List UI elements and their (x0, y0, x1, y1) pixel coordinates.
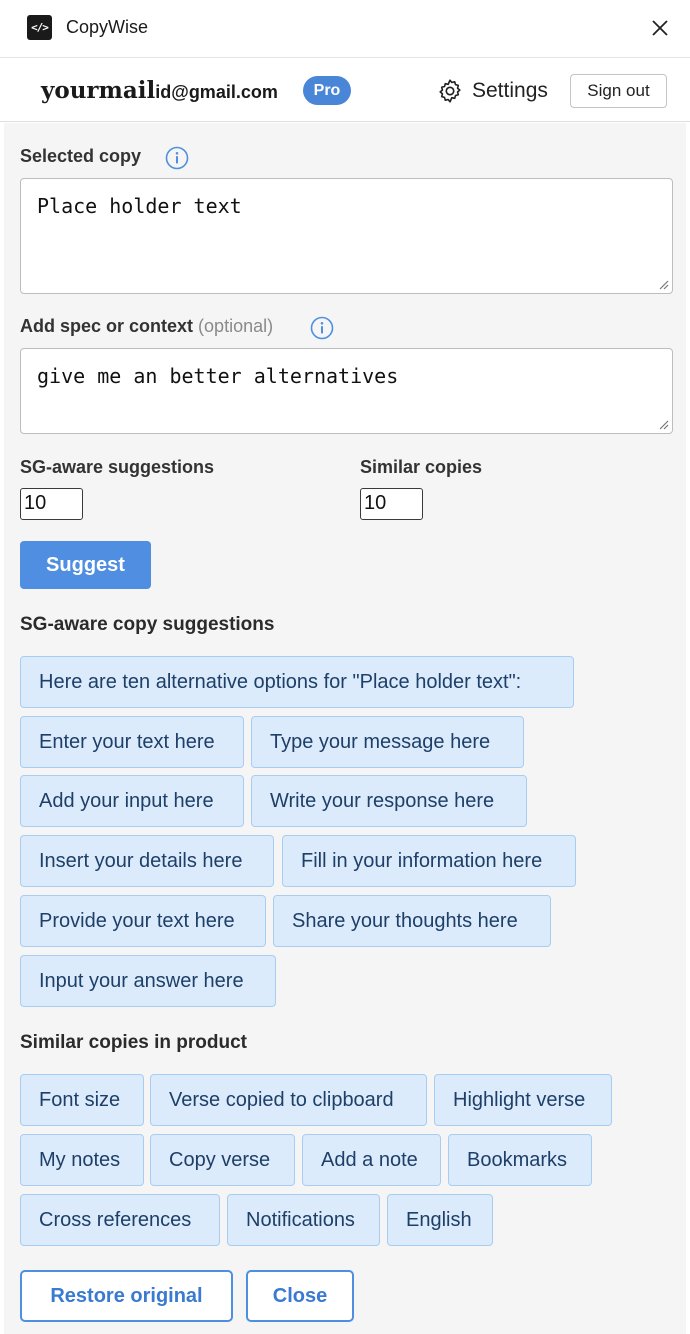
suggestions-title: SG-aware copy suggestions (20, 614, 275, 635)
similar-copy-chip[interactable]: Verse copied to clipboard (150, 1074, 427, 1126)
suggestion-chip[interactable]: Fill in your information here (282, 835, 576, 887)
similar-copy-chip[interactable]: Highlight verse (434, 1074, 612, 1126)
similar-copy-chip[interactable]: Notifications (227, 1194, 380, 1246)
info-icon[interactable] (310, 316, 334, 340)
settings-button[interactable]: Settings (436, 76, 548, 106)
resize-grip-icon[interactable] (657, 278, 669, 290)
suggestion-chip[interactable]: Write your response here (251, 775, 527, 827)
app-title: CopyWise (66, 17, 149, 37)
context-textarea[interactable]: give me an better alternatives (20, 348, 673, 434)
suggestion-chip[interactable]: Add your input here (20, 775, 244, 827)
close-icon[interactable] (646, 14, 674, 42)
similar-copy-chip[interactable]: English (387, 1194, 493, 1246)
close-button[interactable]: Close (246, 1270, 354, 1322)
code-icon: </> (27, 15, 52, 40)
similar-copy-chip[interactable]: Copy verse (150, 1134, 295, 1186)
similar-copy-chip[interactable]: Add a note (302, 1134, 441, 1186)
sg-count-input[interactable]: 10 (20, 488, 83, 520)
similar-copies-title: Similar copies in product (20, 1032, 247, 1053)
context-label: Add spec or context (optional) (20, 316, 273, 337)
email-suffix: id@gmail.com (155, 82, 278, 102)
suggestion-chip[interactable]: Share your thoughts here (273, 895, 551, 947)
suggestion-chip[interactable]: Provide your text here (20, 895, 266, 947)
account-email: yourmailid@gmail.com (41, 77, 278, 104)
optional-hint: (optional) (198, 316, 274, 336)
gear-icon (439, 79, 461, 103)
suggestion-chip[interactable]: Enter your text here (20, 716, 244, 768)
selected-copy-textarea[interactable]: Place holder text (20, 178, 673, 294)
suggest-button[interactable]: Suggest (20, 541, 151, 589)
email-prefix: yourmail (41, 77, 156, 104)
restore-original-button[interactable]: Restore original (20, 1270, 233, 1322)
close-x-glyph (652, 20, 668, 36)
plan-badge: Pro (303, 76, 351, 105)
similar-copy-chip[interactable]: Bookmarks (448, 1134, 592, 1186)
similar-copy-chip[interactable]: Cross references (20, 1194, 220, 1246)
selected-copy-label: Selected copy (20, 146, 142, 166)
selected-copy-value: Place holder text (37, 194, 242, 218)
suggestion-chip[interactable]: Insert your details here (20, 835, 274, 887)
similar-count-input[interactable]: 10 (360, 488, 423, 520)
suggestion-chip[interactable]: Input your answer here (20, 955, 276, 1007)
similar-copies-label: Similar copies (360, 457, 483, 477)
info-icon[interactable] (165, 146, 189, 170)
similar-copy-chip[interactable]: Font size (20, 1074, 144, 1126)
suggestion-chip[interactable]: Here are ten alternative options for "Pl… (20, 656, 574, 708)
similar-copy-chip[interactable]: My notes (20, 1134, 144, 1186)
resize-grip-icon[interactable] (657, 418, 669, 430)
context-value: give me an better alternatives (37, 364, 399, 388)
context-label-text: Add spec or context (20, 316, 194, 336)
settings-label: Settings (472, 79, 548, 102)
sign-out-button[interactable]: Sign out (570, 74, 667, 108)
sg-suggestions-label: SG-aware suggestions (20, 457, 215, 477)
suggestion-chip[interactable]: Type your message here (251, 716, 524, 768)
